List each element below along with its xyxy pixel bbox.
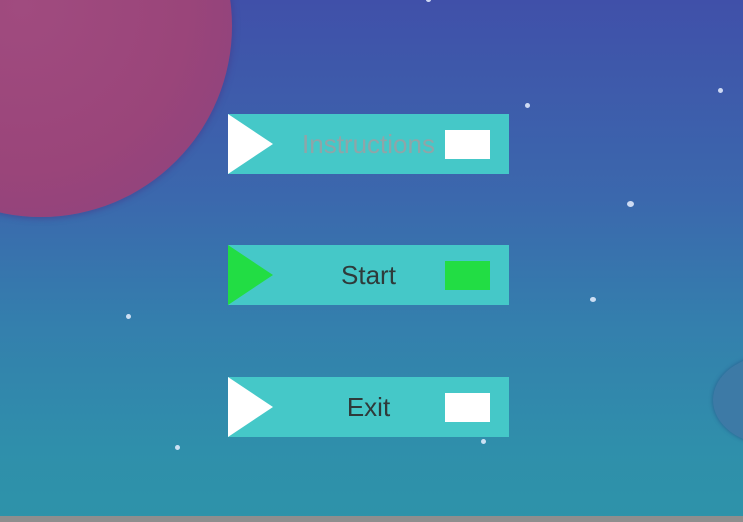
start-button[interactable]: Start [228,245,509,305]
star [627,201,634,207]
red-planet-decoration [0,0,232,217]
star [175,445,180,450]
play-triangle-icon [228,114,273,174]
star [525,103,530,108]
exit-button[interactable]: Exit [228,377,509,437]
start-label: Start [341,260,396,290]
play-triangle-icon [228,245,273,305]
bottom-border [0,516,743,522]
play-triangle-icon [228,377,273,437]
selection-box-icon [445,130,490,159]
instructions-button[interactable]: Instructions [228,114,509,174]
selection-box-icon [445,393,490,422]
star [718,88,723,93]
star [590,297,596,302]
game-menu-screen: Instructions Start Exit [0,0,743,522]
instructions-label: Instructions [302,129,435,159]
star [426,0,431,2]
star [481,439,486,444]
planet-edge-decoration [713,355,743,445]
selection-box-icon [445,261,490,290]
star [126,314,131,319]
exit-label: Exit [346,392,391,422]
